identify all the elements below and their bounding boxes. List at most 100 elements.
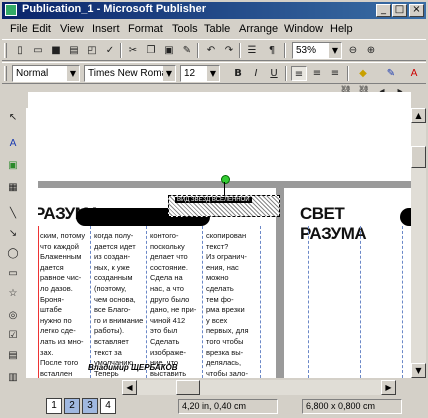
toolbar-separator <box>239 43 241 58</box>
scroll-left-icon[interactable]: ◀ <box>122 380 137 395</box>
html-fragment-icon[interactable]: ▤ <box>5 348 21 363</box>
bold-button[interactable]: B <box>230 66 246 81</box>
italic-button[interactable]: I <box>248 66 264 81</box>
zoom-out-icon[interactable]: ⊖ <box>345 43 361 58</box>
selected-text-frame[interactable]: ВИД ЗВЕЗД ВСЕЛЕННОЙ <box>168 195 280 217</box>
print-preview-icon[interactable]: ◰ <box>84 43 100 58</box>
byline: Владимир ЩЕРБАКОВ <box>88 363 178 372</box>
text-box-icon[interactable]: A <box>5 136 21 151</box>
menu-table[interactable]: Table <box>204 23 230 35</box>
style-select[interactable]: Normal ▼ <box>12 65 80 82</box>
design-gallery-icon[interactable]: ▥ <box>5 370 21 385</box>
column-guide <box>308 226 309 378</box>
new-icon[interactable]: ▯ <box>12 43 28 58</box>
menu-view[interactable]: View <box>60 23 84 35</box>
align-right-icon[interactable]: ≡ <box>327 66 343 81</box>
underline-button[interactable]: U <box>266 66 282 81</box>
menu-tools[interactable]: Tools <box>172 23 198 35</box>
caption-text: ВИД ЗВЕЗД ВСЕЛЕННОЙ <box>175 197 252 203</box>
chevron-down-icon[interactable]: ▼ <box>163 66 175 81</box>
publisher-app-icon[interactable] <box>5 4 17 16</box>
form-control-icon[interactable]: ☑ <box>5 328 21 343</box>
formatting-toolbar: Normal ▼ Times New Roman ▼ 12 ▼ B I U ≡ … <box>2 62 426 84</box>
vertical-scroll-thumb[interactable] <box>411 146 426 168</box>
undo-icon[interactable]: ↶ <box>203 43 219 58</box>
column-guide <box>202 226 203 378</box>
scroll-down-icon[interactable]: ▼ <box>411 363 426 378</box>
open-icon[interactable]: ▭ <box>30 43 46 58</box>
scroll-right-icon[interactable]: ▶ <box>381 380 396 395</box>
format-painter-icon[interactable]: ✎ <box>179 43 195 58</box>
spelling-icon[interactable]: ✓ <box>102 43 118 58</box>
align-center-icon[interactable]: ≡ <box>309 66 325 81</box>
menu-format[interactable]: Format <box>128 23 163 35</box>
toolbar-grip[interactable] <box>4 66 7 81</box>
rotate-handle-line <box>224 182 225 195</box>
menu-file[interactable]: File <box>10 23 28 35</box>
wordart-icon[interactable]: ▦ <box>5 180 21 195</box>
publisher-window: Publication_1 - Microsoft Publisher _ □ … <box>0 0 428 418</box>
autoshapes-icon[interactable]: ☆ <box>5 286 21 301</box>
menu-window[interactable]: Window <box>284 23 323 35</box>
column-guide <box>146 226 147 378</box>
horizontal-ruler[interactable] <box>28 92 411 109</box>
line-color-icon[interactable]: ✎ <box>383 66 399 81</box>
fill-color-icon[interactable]: ◆ <box>355 66 371 81</box>
text-column-3[interactable]: контого- поскольку делает что состояние.… <box>150 231 200 378</box>
font-size-select[interactable]: 12 ▼ <box>180 65 220 82</box>
font-select[interactable]: Times New Roman ▼ <box>84 65 176 82</box>
rotate-handle[interactable] <box>221 175 230 184</box>
menu-arrange[interactable]: Arrange <box>239 23 278 35</box>
minimize-button[interactable]: _ <box>376 4 391 17</box>
margin-guide <box>38 226 39 378</box>
text-column-4[interactable]: скопирован текст? Из огранич- ения, нас … <box>206 231 258 378</box>
pilcrow-icon[interactable]: ¶ <box>264 43 280 58</box>
menu-bar: File Edit View Insert Format Tools Table… <box>2 20 426 39</box>
page-4-button[interactable]: 4 <box>100 398 116 414</box>
document-workspace: РАЗУМА СВЕТ РАЗУМА ВИД ЗВЕЗД ВСЕЛЕННОЙ с… <box>38 108 411 378</box>
picture-frame-icon[interactable]: ▣ <box>5 158 21 173</box>
font-color-icon[interactable]: A <box>406 66 422 81</box>
oval-icon[interactable]: ◯ <box>5 246 21 261</box>
toolbar-separator <box>284 43 286 58</box>
line-icon[interactable]: ╲ <box>5 206 21 221</box>
vertical-scrollbar[interactable]: ▲ ▼ <box>411 108 426 378</box>
close-button[interactable]: × <box>409 4 424 17</box>
style-value: Normal <box>16 68 49 79</box>
text-column-2[interactable]: когда полу- дается идет из создан- ных, … <box>94 231 144 378</box>
maximize-button[interactable]: □ <box>392 4 407 17</box>
arrow-icon[interactable]: ↘ <box>5 226 21 241</box>
header-black-bar-right <box>400 208 411 226</box>
toolbar-grip[interactable] <box>4 43 7 58</box>
horizontal-scrollbar[interactable]: ◀ ▶ <box>122 380 396 395</box>
select-objects-icon[interactable]: ↖ <box>5 110 21 125</box>
scroll-up-icon[interactable]: ▲ <box>411 108 426 123</box>
paste-icon[interactable]: ▣ <box>161 43 177 58</box>
column-guide <box>260 226 261 378</box>
window-title: Publication_1 - Microsoft Publisher <box>22 3 206 15</box>
menu-help[interactable]: Help <box>330 23 353 35</box>
page-1-button[interactable]: 1 <box>46 398 62 414</box>
copy-icon[interactable]: ❐ <box>143 43 159 58</box>
cut-icon[interactable]: ✂ <box>125 43 141 58</box>
columns-icon[interactable]: ☰ <box>244 43 260 58</box>
menu-edit[interactable]: Edit <box>32 23 51 35</box>
page-3-button[interactable]: 3 <box>82 398 98 414</box>
print-icon[interactable]: ▤ <box>66 43 82 58</box>
menu-insert[interactable]: Insert <box>92 23 120 35</box>
chevron-down-icon[interactable]: ▼ <box>67 66 79 81</box>
align-left-icon[interactable]: ≡ <box>291 66 307 81</box>
hot-spot-icon[interactable]: ◎ <box>5 308 21 323</box>
zoom-select[interactable]: 53% ▼ <box>292 42 342 59</box>
objects-toolbar: ↖ A ▣ ▦ ╲ ↘ ◯ ▭ ☆ ◎ ☑ ▤ ▥ <box>2 108 24 392</box>
save-icon[interactable]: ■ <box>48 43 64 58</box>
zoom-in-icon[interactable]: ⊕ <box>363 43 379 58</box>
rectangle-icon[interactable]: ▭ <box>5 266 21 281</box>
redo-icon[interactable]: ↷ <box>221 43 237 58</box>
column-guide <box>360 226 361 378</box>
horizontal-scroll-thumb[interactable] <box>176 380 200 395</box>
chevron-down-icon[interactable]: ▼ <box>329 43 341 58</box>
page-2-button[interactable]: 2 <box>64 398 80 414</box>
chevron-down-icon[interactable]: ▼ <box>207 66 219 81</box>
text-column-1[interactable]: ским, потому что каждой Блаженным дается… <box>40 231 88 378</box>
